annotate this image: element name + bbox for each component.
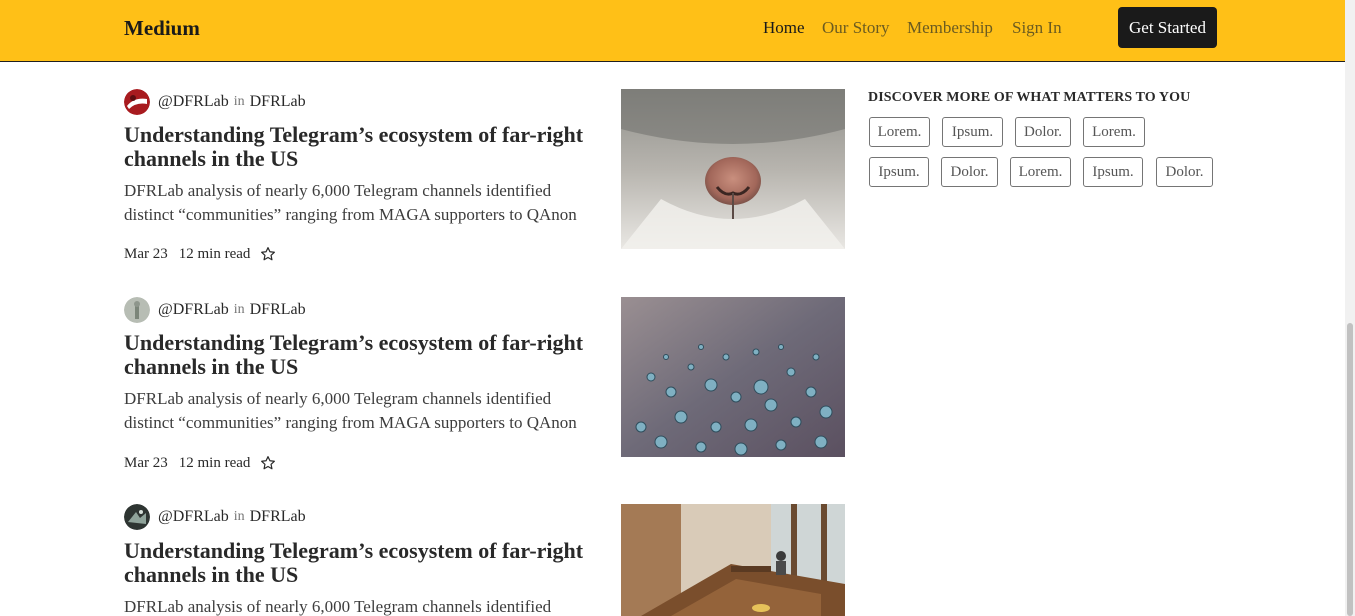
article-meta: Mar 23 12 min read xyxy=(124,244,276,264)
scrollbar-thumb[interactable] xyxy=(1347,323,1353,616)
article-meta: Mar 23 12 min read xyxy=(124,453,276,473)
author-row: @DFRLab in DFRLab xyxy=(124,504,306,530)
nav-home[interactable]: Home xyxy=(763,18,805,38)
article-description[interactable]: DFRLab analysis of nearly 6,000 Telegram… xyxy=(124,387,604,435)
article-title[interactable]: Understanding Telegram’s ecosystem of fa… xyxy=(124,539,594,587)
article-title[interactable]: Understanding Telegram’s ecosystem of fa… xyxy=(124,123,594,171)
star-icon[interactable] xyxy=(260,455,276,471)
author-name[interactable]: @DFRLab xyxy=(158,301,229,319)
tag-chip[interactable]: Ipsum. xyxy=(1083,157,1143,187)
author-name[interactable]: @DFRLab xyxy=(158,508,229,526)
author-avatar[interactable] xyxy=(124,504,150,530)
tag-chip[interactable]: Ipsum. xyxy=(869,157,929,187)
article-thumbnail[interactable] xyxy=(621,297,845,457)
sidebar-heading: DISCOVER MORE OF WHAT MATTERS TO YOU xyxy=(868,90,1191,105)
get-started-button[interactable]: Get Started xyxy=(1118,7,1217,48)
page-scrollbar[interactable] xyxy=(1345,0,1355,616)
tag-chip[interactable]: Dolor. xyxy=(1015,117,1071,147)
publish-date: Mar 23 xyxy=(124,245,168,262)
article-card[interactable]: @DFRLab in DFRLab Understanding Telegram… xyxy=(124,504,846,616)
nav-our-story[interactable]: Our Story xyxy=(822,18,890,38)
tag-chip[interactable]: Lorem. xyxy=(1010,157,1071,187)
discover-sidebar: DISCOVER MORE OF WHAT MATTERS TO YOU Lor… xyxy=(868,90,1228,187)
publication-name[interactable]: DFRLab xyxy=(250,508,306,526)
in-label: in xyxy=(233,509,245,524)
author-row: @DFRLab in DFRLab xyxy=(124,297,306,323)
article-card[interactable]: @DFRLab in DFRLab Understanding Telegram… xyxy=(124,89,846,269)
article-thumbnail[interactable] xyxy=(621,89,845,249)
nav-membership[interactable]: Membership xyxy=(907,18,993,38)
article-description[interactable]: DFRLab analysis of nearly 6,000 Telegram… xyxy=(124,179,604,227)
in-label: in xyxy=(233,94,245,109)
author-name[interactable]: @DFRLab xyxy=(158,93,229,111)
brand-logo[interactable]: Medium xyxy=(124,16,200,41)
author-avatar[interactable] xyxy=(124,297,150,323)
read-time: 12 min read xyxy=(178,454,251,471)
tag-chip[interactable]: Dolor. xyxy=(941,157,998,187)
tag-chip[interactable]: Lorem. xyxy=(1083,117,1145,147)
publish-date: Mar 23 xyxy=(124,454,168,471)
publication-name[interactable]: DFRLab xyxy=(250,93,306,111)
tag-chip[interactable]: Lorem. xyxy=(869,117,930,147)
in-label: in xyxy=(233,302,245,317)
article-title[interactable]: Understanding Telegram’s ecosystem of fa… xyxy=(124,331,594,379)
top-navbar: Medium Home Our Story Membership Sign In… xyxy=(0,0,1345,62)
article-thumbnail[interactable] xyxy=(621,504,845,616)
publication-name[interactable]: DFRLab xyxy=(250,301,306,319)
star-icon[interactable] xyxy=(260,246,276,262)
nav-sign-in[interactable]: Sign In xyxy=(1012,18,1062,38)
tag-chip[interactable]: Dolor. xyxy=(1156,157,1213,187)
article-description[interactable]: DFRLab analysis of nearly 6,000 Telegram… xyxy=(124,595,604,616)
tag-chip[interactable]: Ipsum. xyxy=(942,117,1003,147)
article-card[interactable]: @DFRLab in DFRLab Understanding Telegram… xyxy=(124,297,846,477)
author-avatar[interactable] xyxy=(124,89,150,115)
author-row: @DFRLab in DFRLab xyxy=(124,89,306,115)
read-time: 12 min read xyxy=(178,245,251,262)
